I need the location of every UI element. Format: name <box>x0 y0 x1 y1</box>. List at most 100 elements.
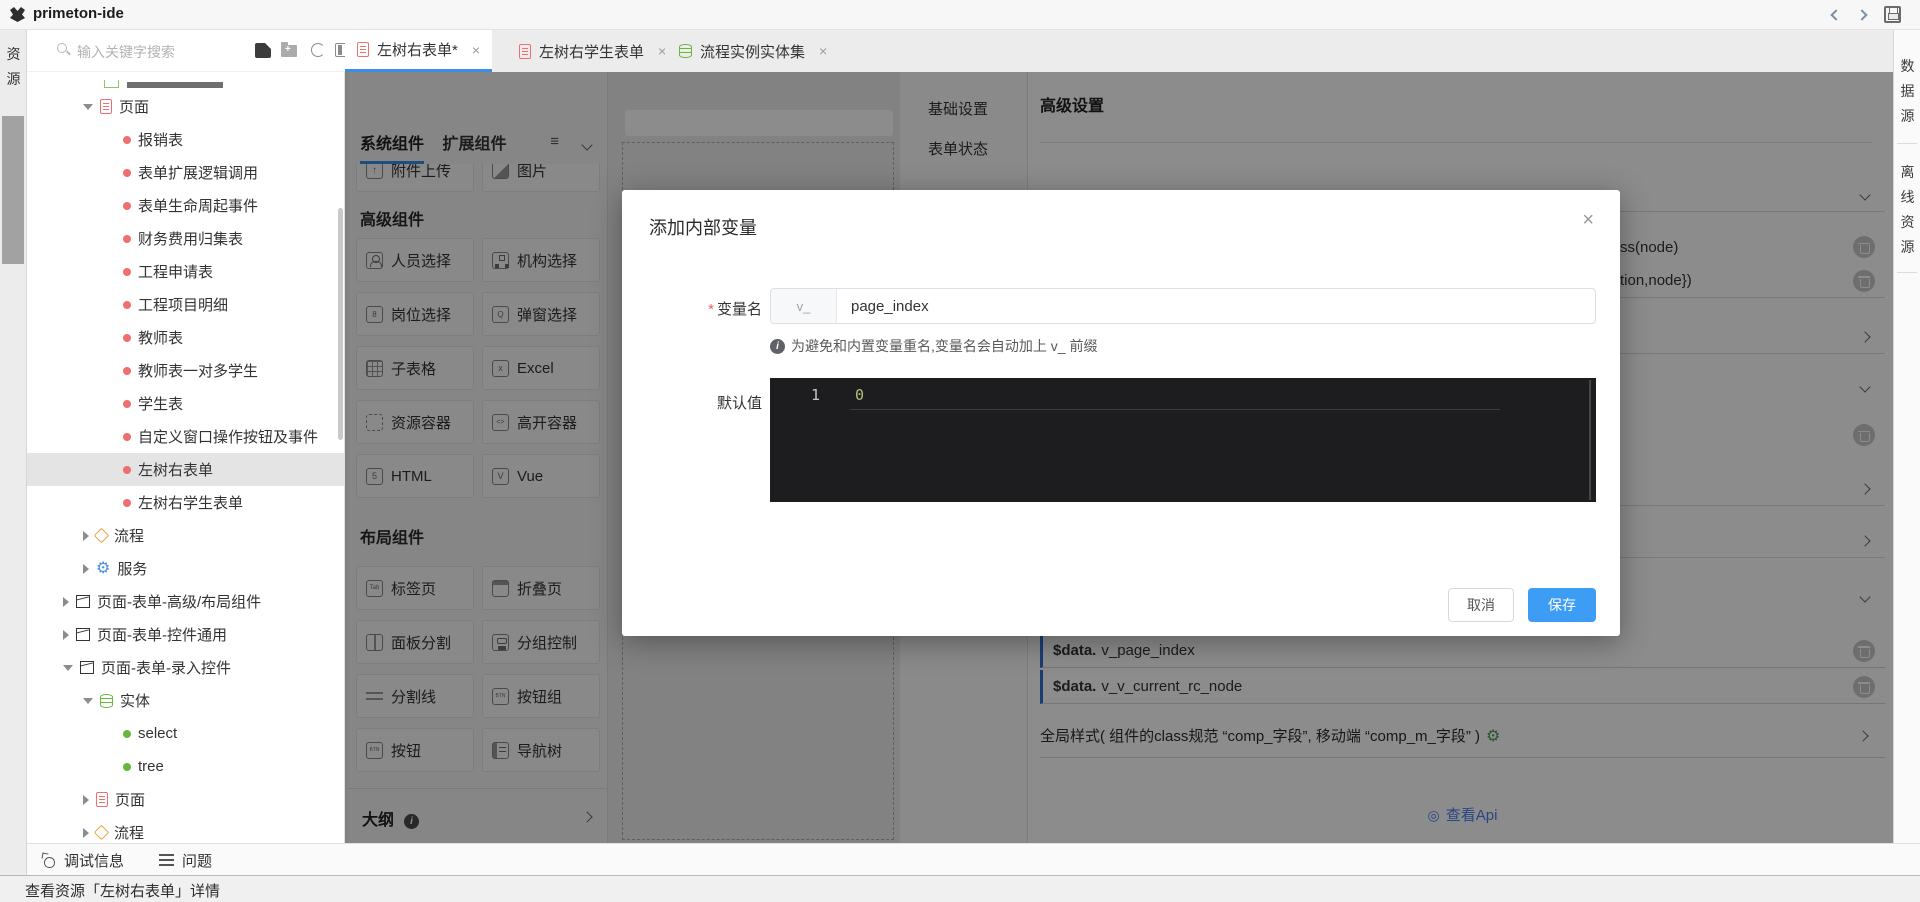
tree-item[interactable]: 左树右学生表单 <box>27 486 344 519</box>
tab-process-instance-entity[interactable]: 流程实例实体集 <box>667 30 839 72</box>
tree-item-pages2[interactable]: 页面 <box>27 783 344 816</box>
import-resource-icon[interactable] <box>255 43 271 58</box>
tree-item-selected[interactable]: 左树右表单 <box>27 453 344 486</box>
expand-arrow-icon[interactable] <box>83 698 93 704</box>
app-logo-icon <box>8 5 27 24</box>
tab-left-tree-student-form[interactable]: 左树右学生表单 <box>507 30 678 72</box>
red-dot-icon <box>123 499 131 507</box>
tree-item[interactable]: select <box>27 717 344 750</box>
variable-name-hint: i 为避免和内置变量重名,变量名会自动加上 v_ 前缀 <box>770 336 1097 356</box>
divider <box>1897 272 1917 273</box>
tree-item[interactable]: 工程申请表 <box>27 255 344 288</box>
app-title: primeton-ide <box>33 5 124 22</box>
tree-scrollbar[interactable] <box>338 208 343 440</box>
page-icon <box>519 44 531 59</box>
collapse-arrow-icon[interactable] <box>83 564 89 574</box>
close-tab-icon[interactable] <box>472 42 480 58</box>
status-bar: 查看资源「左树右表单」详情 <box>0 875 1920 902</box>
editor-scrollbar[interactable] <box>1589 380 1591 500</box>
red-dot-icon <box>123 136 131 144</box>
cancel-button[interactable]: 取消 <box>1448 588 1514 622</box>
divider <box>1897 143 1917 144</box>
save-button[interactable]: 保存 <box>1528 588 1596 622</box>
tree-item[interactable]: 教师表一对多学生 <box>27 354 344 387</box>
tab-label: 左树右表单* <box>377 39 458 60</box>
close-icon[interactable]: × <box>1582 210 1594 230</box>
tree-item[interactable]: 工程项目明细 <box>27 288 344 321</box>
collapse-arrow-icon[interactable] <box>83 531 89 541</box>
nav-back-icon[interactable] <box>1830 9 1841 20</box>
default-value-editor[interactable]: 1 0 <box>770 378 1596 502</box>
dialog-title: 添加内部变量 <box>649 214 757 240</box>
info-icon: i <box>770 339 785 354</box>
package-icon <box>76 628 90 641</box>
tab-left-tree-form[interactable]: 左树右表单* <box>345 30 492 72</box>
tree-item-process2[interactable]: 流程 <box>27 816 344 843</box>
add-internal-variable-dialog: 添加内部变量 × *变量名 v_ page_index i 为避免和内置变量重名… <box>622 190 1620 636</box>
line-number: 1 <box>770 383 820 407</box>
tree-item[interactable]: 报销表 <box>27 123 344 156</box>
collapse-arrow-icon[interactable] <box>83 795 89 805</box>
database-icon <box>679 44 692 58</box>
variable-name-value[interactable]: page_index <box>837 289 1595 323</box>
tab-problems[interactable]: 问题 <box>159 844 212 876</box>
tree-item[interactable]: 教师表 <box>27 321 344 354</box>
required-asterisk: * <box>708 301 714 318</box>
tree-item-process[interactable]: 流程 <box>27 519 344 552</box>
refresh-icon[interactable] <box>311 43 325 57</box>
variable-name-label: *变量名 <box>622 298 762 319</box>
expand-arrow-icon[interactable] <box>63 665 73 671</box>
red-dot-icon <box>123 400 131 408</box>
green-dot-icon <box>123 730 131 738</box>
tree-item[interactable]: 表单扩展逻辑调用 <box>27 156 344 189</box>
search-icon <box>57 43 67 53</box>
rail-tab-resources[interactable]: 资源 <box>0 42 27 92</box>
variable-prefix: v_ <box>771 289 837 323</box>
page-icon <box>96 792 108 807</box>
tab-label: 左树右学生表单 <box>539 41 644 62</box>
flow-icon <box>94 825 110 841</box>
red-dot-icon <box>123 433 131 441</box>
tree-item[interactable]: 学生表 <box>27 387 344 420</box>
title-bar: primeton-ide <box>0 0 1920 30</box>
search-panel: 输入关键字搜索 <box>27 30 345 72</box>
right-rail: 数据源 离线资源 <box>1893 30 1920 843</box>
collapse-arrow-icon[interactable] <box>63 630 69 640</box>
rail-scroll-thumb[interactable] <box>2 116 24 264</box>
page-icon <box>100 99 112 114</box>
default-value-label: 默认值 <box>622 392 762 413</box>
resource-tree: 页面 报销表 表单扩展逻辑调用 表单生命周起事件 财务费用归集表 工程申请表 工… <box>27 72 345 843</box>
tree-item-package[interactable]: 页面-表单-高级/布局组件 <box>27 585 344 618</box>
left-rail: 资源 <box>0 30 27 875</box>
close-tab-icon[interactable] <box>819 43 827 59</box>
code-content[interactable]: 0 <box>855 383 864 407</box>
tree-item-services[interactable]: ⚙服务 <box>27 552 344 585</box>
flow-icon <box>94 528 110 544</box>
nav-forward-icon[interactable] <box>1856 9 1867 20</box>
rail-tab-offline-resources[interactable]: 离线资源 <box>1894 160 1920 260</box>
tree-item-package[interactable]: 页面-表单-录入控件 <box>27 651 344 684</box>
tree-item-pages[interactable]: 页面 <box>27 90 344 123</box>
tree-item[interactable]: 财务费用归集表 <box>27 222 344 255</box>
expand-arrow-icon[interactable] <box>83 104 93 110</box>
variable-name-input[interactable]: v_ page_index <box>770 288 1596 324</box>
collapse-arrow-icon[interactable] <box>63 597 69 607</box>
debug-icon <box>41 853 56 868</box>
tree-item-entity[interactable]: 实体 <box>27 684 344 717</box>
tree-item[interactable]: 表单生命周起事件 <box>27 189 344 222</box>
close-tab-icon[interactable] <box>658 43 666 59</box>
database-icon <box>100 694 113 708</box>
rail-tab-datasource[interactable]: 数据源 <box>1894 54 1920 129</box>
status-text: 查看资源「左树右表单」详情 <box>25 880 220 901</box>
tree-item[interactable]: 自定义窗口操作按钮及事件 <box>27 420 344 453</box>
tree-item-package[interactable]: 页面-表单-控件通用 <box>27 618 344 651</box>
tree-item[interactable]: tree <box>27 750 344 783</box>
search-input[interactable]: 输入关键字搜索 <box>77 42 175 62</box>
tab-label: 流程实例实体集 <box>700 41 805 62</box>
collapse-arrow-icon[interactable] <box>83 828 89 838</box>
gear-icon: ⚙ <box>96 561 110 577</box>
red-dot-icon <box>123 334 131 342</box>
save-icon[interactable] <box>1884 6 1901 23</box>
new-folder-icon[interactable] <box>281 45 297 57</box>
tab-debug-info[interactable]: 调试信息 <box>41 844 124 876</box>
